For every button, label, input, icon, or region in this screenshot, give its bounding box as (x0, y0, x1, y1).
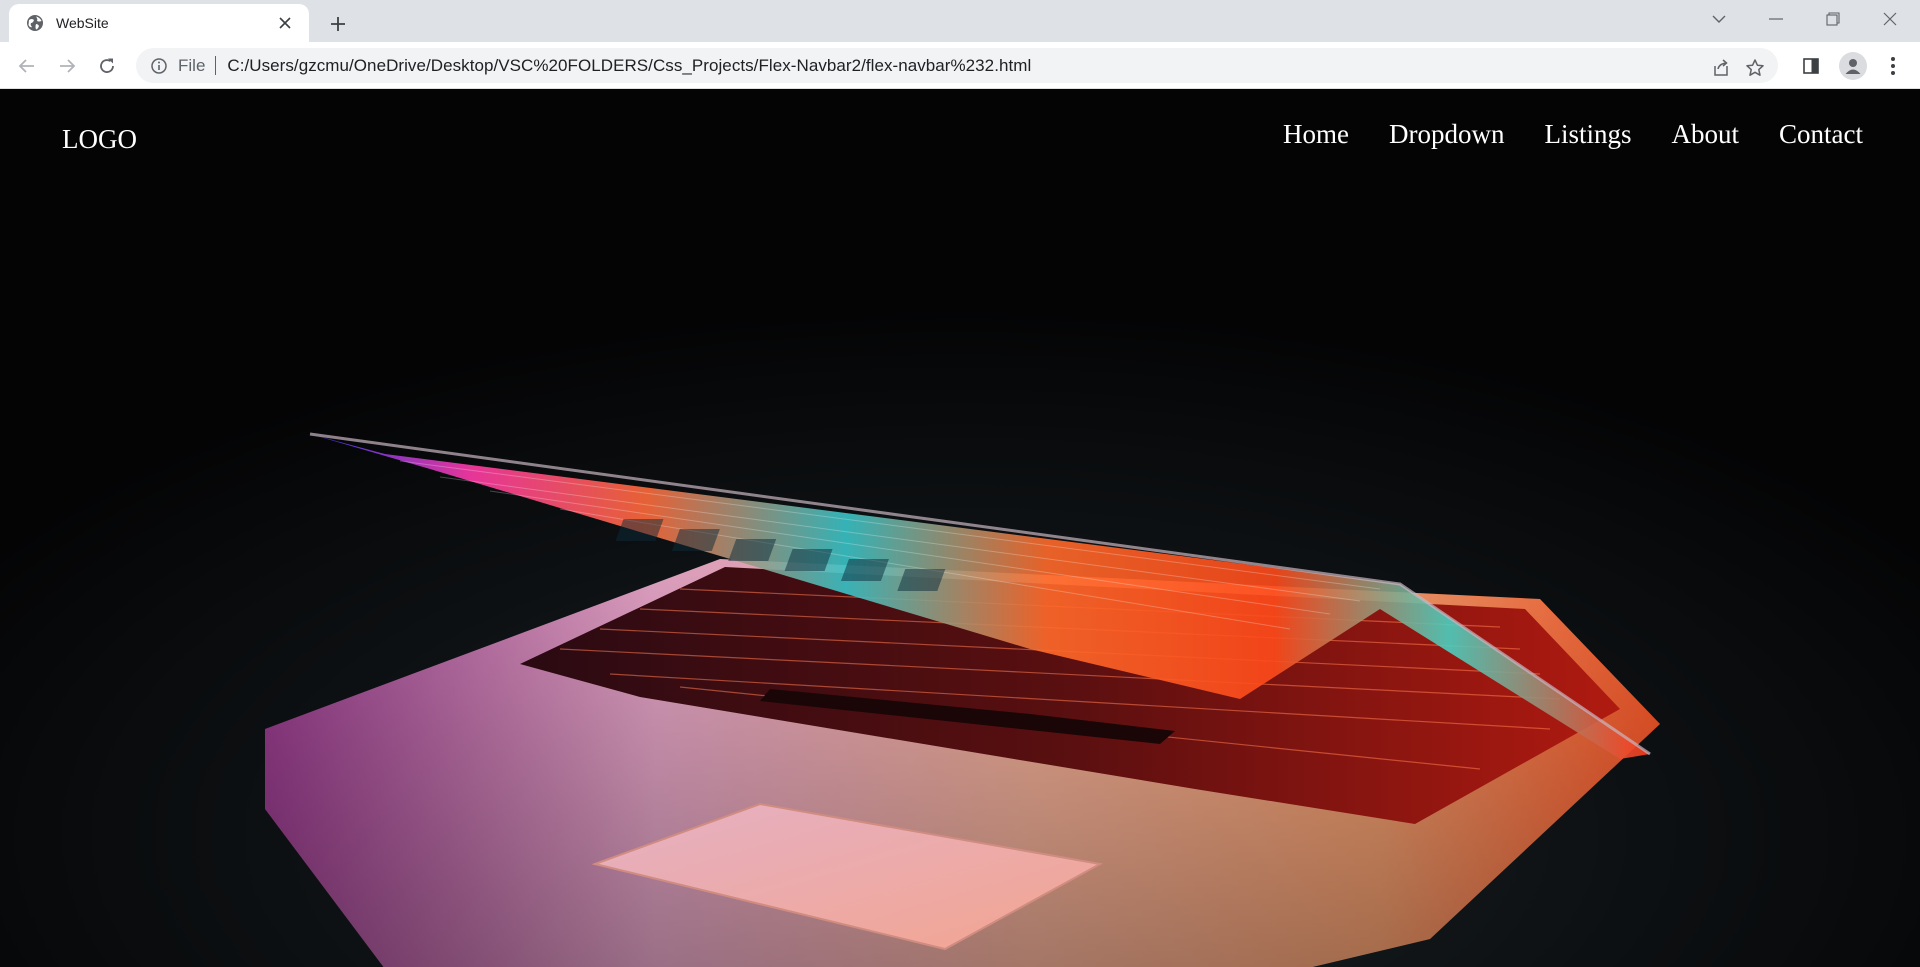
close-icon[interactable] (1873, 6, 1907, 32)
forward-arrow-icon[interactable] (51, 50, 83, 82)
site-navbar: LOGO Home Dropdown Listings About Contac… (0, 89, 1920, 189)
kebab-menu-icon[interactable] (1879, 52, 1907, 80)
site-logo[interactable]: LOGO (62, 124, 137, 155)
nav-link-dropdown[interactable]: Dropdown (1389, 119, 1505, 150)
side-panel-icon[interactable] (1797, 52, 1825, 80)
back-arrow-icon[interactable] (11, 50, 43, 82)
divider (215, 56, 217, 75)
tab-strip: WebSite (0, 0, 1920, 42)
chevron-down-icon[interactable] (1702, 6, 1736, 32)
address-bar[interactable]: File C:/Users/gzcmu/OneDrive/Desktop/VSC… (136, 48, 1778, 83)
browser-tab[interactable]: WebSite (9, 4, 309, 42)
nav-link-contact[interactable]: Contact (1779, 119, 1863, 150)
close-icon[interactable] (275, 13, 295, 33)
nav-link-listings[interactable]: Listings (1545, 119, 1632, 150)
share-icon[interactable] (1709, 56, 1733, 80)
nav-link-home[interactable]: Home (1283, 119, 1349, 150)
plus-icon[interactable] (324, 10, 352, 38)
url-text[interactable]: C:/Users/gzcmu/OneDrive/Desktop/VSC%20FO… (227, 56, 1031, 76)
info-icon[interactable] (150, 57, 168, 75)
reload-icon[interactable] (91, 50, 123, 82)
browser-toolbar: File C:/Users/gzcmu/OneDrive/Desktop/VSC… (0, 42, 1920, 89)
profile-icon[interactable] (1839, 52, 1867, 80)
nav-link-about[interactable]: About (1672, 119, 1740, 150)
restore-icon[interactable] (1816, 6, 1850, 32)
hero-image (0, 89, 1920, 967)
page-viewport: LOGO Home Dropdown Listings About Contac… (0, 89, 1920, 967)
star-icon[interactable] (1743, 56, 1767, 80)
nav-links: Home Dropdown Listings About Contact (1283, 119, 1863, 150)
globe-icon (26, 14, 44, 32)
minimize-icon[interactable] (1759, 6, 1793, 32)
url-scheme-label: File (178, 55, 206, 75)
tab-title: WebSite (56, 15, 109, 31)
